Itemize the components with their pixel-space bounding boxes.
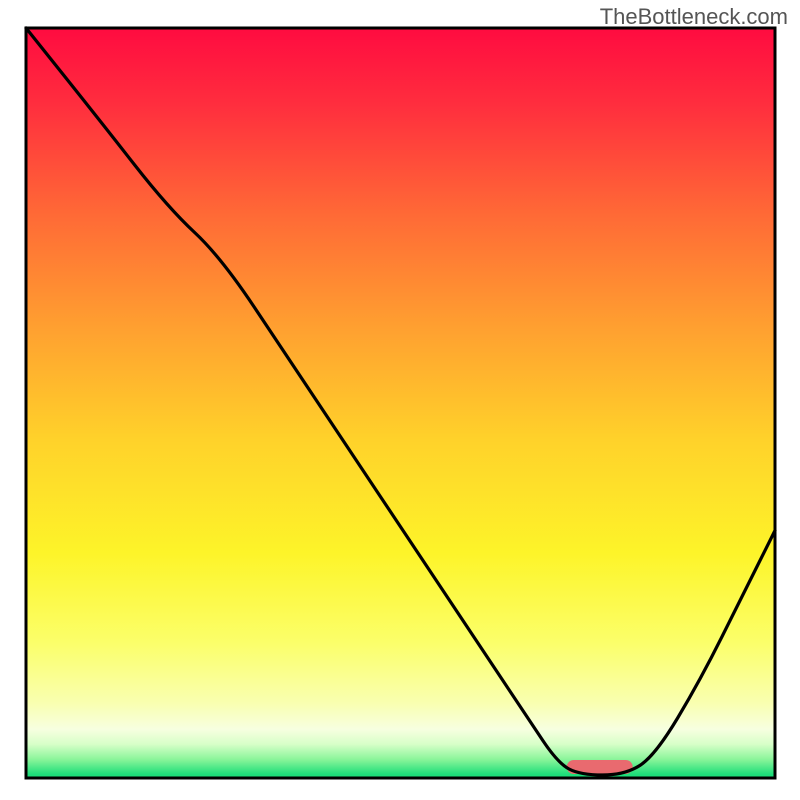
chart-svg xyxy=(0,0,800,800)
bottleneck-chart: TheBottleneck.com xyxy=(0,0,800,800)
watermark-text: TheBottleneck.com xyxy=(600,4,788,30)
gradient-background xyxy=(26,28,775,778)
